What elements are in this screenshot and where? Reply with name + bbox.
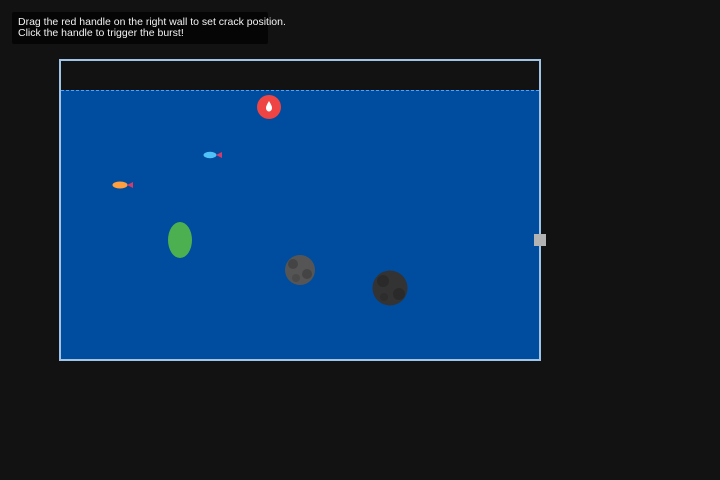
burst-trigger-handle[interactable] xyxy=(257,95,281,119)
water-body xyxy=(61,90,539,359)
green-plant xyxy=(168,222,192,258)
blue-fish xyxy=(203,146,223,159)
rock-large xyxy=(372,270,408,306)
instructions-panel: Drag the red handle on the right wall to… xyxy=(12,12,286,44)
rock-small xyxy=(284,254,316,286)
orange-fish xyxy=(112,176,134,189)
crack-position-handle[interactable] xyxy=(534,234,546,246)
instruction-line-2: Click the handle to trigger the burst! xyxy=(18,27,184,39)
aquarium-tank xyxy=(59,59,541,361)
